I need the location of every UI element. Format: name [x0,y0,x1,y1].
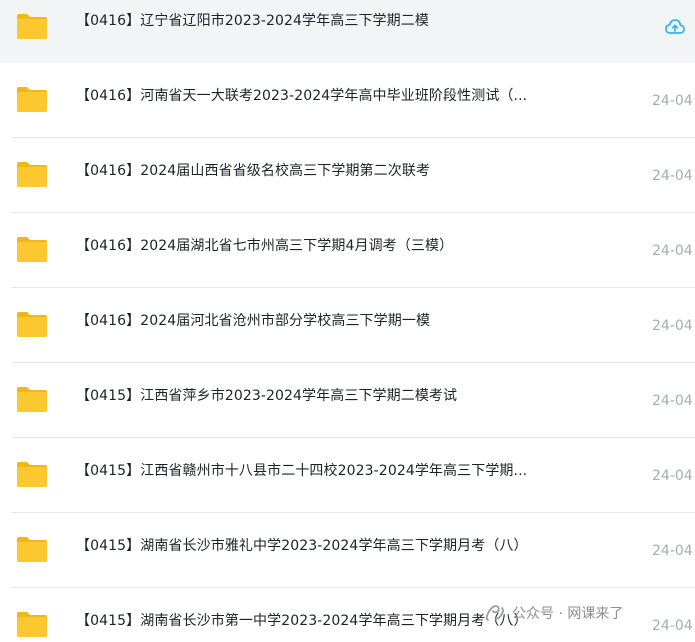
cloud-upload-icon[interactable] [665,18,685,35]
file-row[interactable]: 【0415】江西省赣州市十八县市二十四校2023-2024学年高三下学期... … [0,438,695,513]
folder-icon [17,537,47,562]
folder-icon [17,612,47,637]
file-row[interactable]: 【0415】湖南省长沙市雅礼中学2023-2024学年高三下学期月考（八） 24… [0,513,695,588]
file-row[interactable]: 【0416】2024届湖北省七市州高三下学期4月调考（三模） 24-04 [0,213,695,288]
file-name: 【0416】2024届山西省省级名校高三下学期第二次联考 [76,163,431,179]
file-name: 【0416】辽宁省辽阳市2023-2024学年高三下学期二模 [76,13,429,29]
file-date: 24-04 [652,618,693,634]
file-row[interactable]: 【0416】河南省天一大联考2023-2024学年高中毕业班阶段性测试（... … [0,63,695,138]
file-name: 【0415】湖南省长沙市雅礼中学2023-2024学年高三下学期月考（八） [76,538,528,554]
folder-icon [17,14,47,39]
file-date: 24-04 [652,393,693,409]
folder-icon [17,162,47,187]
wechat-official-account-icon [485,605,504,621]
file-list: 【0416】辽宁省辽阳市2023-2024学年高三下学期二模 【0416】河南省… [0,0,695,642]
folder-icon [17,312,47,337]
file-name: 【0416】2024届河北省沧州市部分学校高三下学期一模 [76,313,431,329]
file-row[interactable]: 【0416】2024届河北省沧州市部分学校高三下学期一模 24-04 [0,288,695,363]
folder-icon [17,462,47,487]
file-date: 24-04 [652,468,693,484]
file-row[interactable]: 【0416】2024届山西省省级名校高三下学期第二次联考 24-04 [0,138,695,213]
watermark: 公众号 · 网课来了 [484,601,623,625]
folder-icon [17,87,47,112]
file-date: 24-04 [652,543,693,559]
file-name: 【0416】2024届湖北省七市州高三下学期4月调考（三模） [76,238,454,254]
file-date: 24-04 [652,243,693,259]
file-row[interactable]: 【0416】辽宁省辽阳市2023-2024学年高三下学期二模 [0,0,695,63]
watermark-text: 公众号 · 网课来了 [512,606,624,622]
file-date: 24-04 [652,93,693,109]
file-date: 24-04 [652,318,693,334]
file-row[interactable]: 【0415】江西省萍乡市2023-2024学年高三下学期二模考试 24-04 [0,363,695,438]
folder-icon [17,387,47,412]
file-name: 【0415】江西省萍乡市2023-2024学年高三下学期二模考试 [76,388,458,404]
folder-icon [17,237,47,262]
file-name: 【0415】江西省赣州市十八县市二十四校2023-2024学年高三下学期... [76,463,528,479]
file-name: 【0416】河南省天一大联考2023-2024学年高中毕业班阶段性测试（... [76,88,528,104]
file-date: 24-04 [652,168,693,184]
